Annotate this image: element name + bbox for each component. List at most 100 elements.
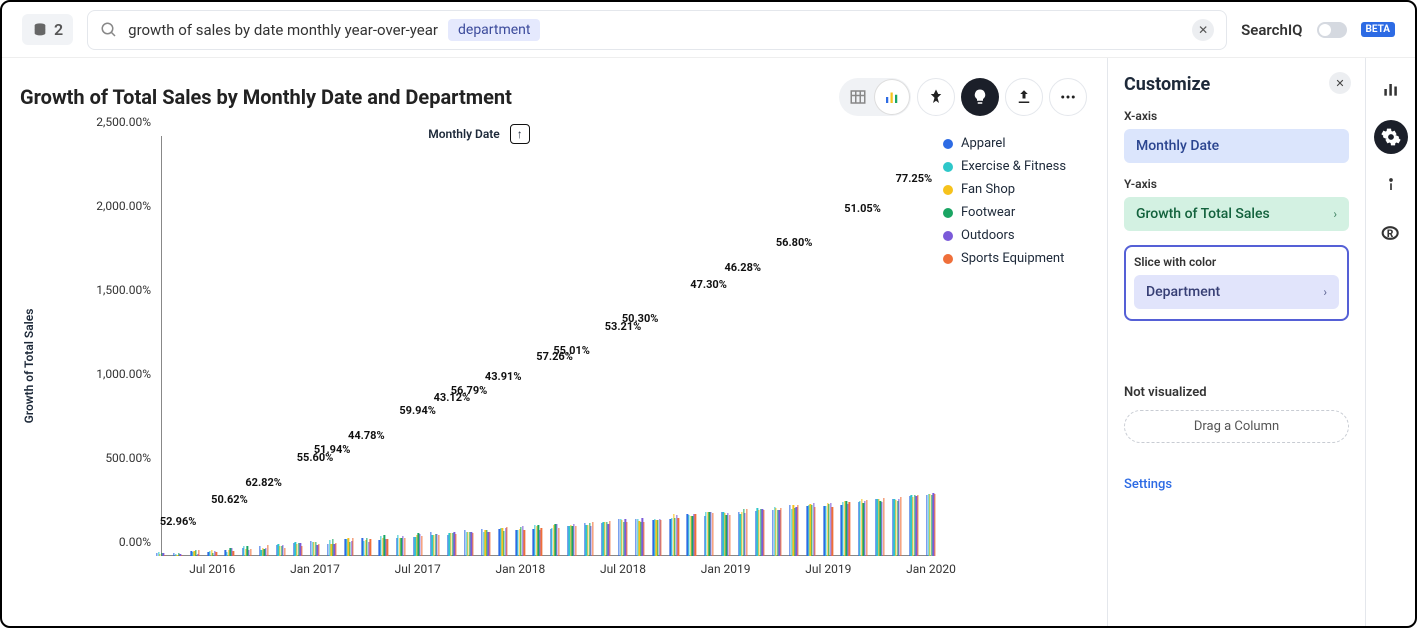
bar-cluster[interactable] (687, 514, 696, 556)
bar (507, 527, 508, 556)
chart-view-button[interactable] (875, 80, 909, 114)
slice-chip-label: Department (1146, 284, 1220, 300)
more-button[interactable] (1049, 78, 1087, 116)
xaxis-chip[interactable]: Monthly Date (1124, 129, 1349, 163)
table-view-button[interactable] (841, 80, 875, 114)
bar-cluster[interactable] (327, 539, 336, 556)
insight-button[interactable] (961, 78, 999, 116)
bar (661, 520, 662, 556)
bar-cluster[interactable] (841, 501, 850, 556)
legend-label: Fan Shop (961, 182, 1015, 197)
legend-item[interactable]: Footwear (943, 205, 1107, 220)
search-token-department[interactable]: department (448, 19, 540, 41)
pin-button[interactable] (917, 78, 955, 116)
bar (832, 507, 833, 556)
bar-cluster[interactable] (173, 553, 182, 556)
bar-cluster[interactable] (481, 529, 490, 556)
y-axis: 0.00%500.00%1,000.00%1,500.00%2,000.00%2… (81, 136, 161, 556)
bar (421, 536, 422, 556)
bar-cluster[interactable] (345, 538, 354, 556)
bar-cluster[interactable] (310, 541, 319, 556)
clear-search-button[interactable]: ✕ (1192, 19, 1214, 41)
bar-cluster[interactable] (516, 526, 525, 556)
legend-item[interactable]: Sports Equipment (943, 251, 1107, 266)
rail-chart-type-button[interactable] (1374, 72, 1408, 106)
slice-chip[interactable]: Department › (1134, 275, 1339, 309)
bar-cluster[interactable] (584, 522, 593, 556)
bar-cluster[interactable] (430, 532, 439, 556)
data-label: 55.01% (553, 344, 590, 357)
bar-cluster[interactable] (464, 530, 473, 556)
data-label: 51.05% (844, 202, 881, 215)
bar-cluster[interactable] (618, 519, 627, 556)
pin-icon (927, 88, 945, 106)
legend-item[interactable]: Outdoors (943, 228, 1107, 243)
bar-cluster[interactable] (858, 499, 867, 556)
bar-cluster[interactable] (704, 512, 713, 556)
y-tick: 500.00% (81, 451, 151, 465)
bar-cluster[interactable] (191, 550, 200, 556)
not-visualized-label: Not visualized (1124, 385, 1349, 400)
rail-info-button[interactable] (1374, 168, 1408, 202)
bar-cluster[interactable] (653, 519, 662, 556)
share-button[interactable] (1005, 78, 1043, 116)
bar-cluster[interactable] (276, 544, 285, 556)
drag-column-dropzone[interactable]: Drag a Column (1124, 410, 1349, 443)
bar (181, 555, 182, 556)
bar-cluster[interactable] (824, 503, 833, 556)
bar-cluster[interactable] (926, 493, 935, 556)
bar-cluster[interactable] (721, 512, 730, 556)
rail-r-button[interactable]: R (1374, 216, 1408, 250)
bar-cluster[interactable] (635, 518, 644, 556)
data-source-badge[interactable]: 2 (22, 14, 73, 45)
bar-cluster[interactable] (533, 525, 542, 556)
data-label: 50.30% (622, 312, 659, 325)
bar-cluster[interactable] (755, 508, 764, 556)
legend-item[interactable]: Apparel (943, 136, 1107, 151)
bar-cluster[interactable] (550, 524, 559, 556)
bar-cluster[interactable] (396, 535, 405, 556)
rail-settings-button[interactable] (1374, 120, 1408, 154)
yaxis-chip[interactable]: Growth of Total Sales › (1124, 197, 1349, 231)
settings-link[interactable]: Settings (1124, 477, 1349, 492)
bar (849, 502, 850, 556)
legend-color-dot (943, 162, 953, 172)
xaxis-section-label: X-axis (1124, 109, 1349, 123)
bar-cluster[interactable] (601, 521, 610, 556)
bar-cluster[interactable] (772, 507, 781, 556)
ellipsis-icon (1059, 88, 1077, 106)
bar-cluster[interactable] (293, 542, 302, 556)
bar-cluster[interactable] (567, 524, 576, 556)
legend-item[interactable]: Fan Shop (943, 182, 1107, 197)
bar-cluster[interactable] (259, 545, 268, 556)
bar-cluster[interactable] (738, 509, 747, 556)
bar-cluster[interactable] (208, 550, 217, 556)
search-bar[interactable]: growth of sales by date monthly year-ove… (87, 10, 1227, 50)
bar-cluster[interactable] (362, 538, 371, 556)
bar (592, 522, 593, 556)
bar-cluster[interactable] (156, 552, 165, 556)
bar-cluster[interactable] (807, 503, 816, 556)
bar-cluster[interactable] (909, 495, 918, 556)
bar (404, 538, 405, 556)
bar (609, 521, 610, 556)
legend-item[interactable]: Exercise & Fitness (943, 159, 1107, 174)
bar-cluster[interactable] (892, 497, 901, 556)
searchiq-toggle[interactable] (1317, 22, 1347, 38)
legend-color-dot (943, 185, 953, 195)
bar-cluster[interactable] (242, 546, 251, 556)
bar-cluster[interactable] (225, 548, 234, 556)
bar-cluster[interactable] (413, 533, 422, 556)
x-tick: Jan 2020 (906, 562, 956, 576)
bar-cluster[interactable] (789, 505, 798, 556)
chart-canvas[interactable]: Growth of Total Sales 0.00%500.00%1,000.… (20, 116, 937, 616)
chart-legend: Apparel Exercise & Fitness Fan Shop Footwea… (937, 116, 1107, 616)
bar-cluster[interactable] (670, 514, 679, 556)
bar-cluster[interactable] (379, 535, 388, 556)
bar-cluster[interactable] (447, 532, 456, 556)
bar-cluster[interactable] (499, 527, 508, 556)
bar (746, 509, 747, 556)
bar-cluster[interactable] (875, 498, 884, 556)
y-axis-label: Growth of Total Sales (22, 309, 36, 424)
close-customize-button[interactable]: ✕ (1329, 72, 1351, 94)
